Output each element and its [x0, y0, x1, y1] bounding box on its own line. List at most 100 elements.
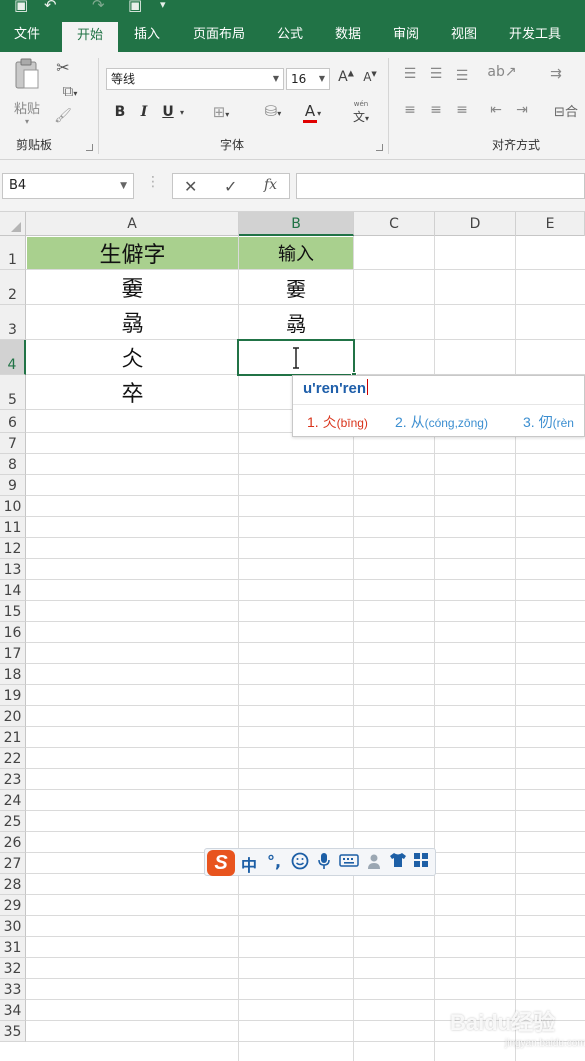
column-header-c[interactable]: C: [354, 212, 435, 236]
cell-b3[interactable]: 骉: [239, 305, 353, 339]
row-header-32[interactable]: 32: [0, 958, 26, 979]
align-bottom-button[interactable]: ☰: [452, 68, 472, 84]
shrink-font-button[interactable]: A▼: [360, 70, 380, 84]
row-header-17[interactable]: 17: [0, 643, 26, 664]
tab-page-layout[interactable]: 页面布局: [182, 20, 256, 52]
formula-input[interactable]: [296, 173, 585, 199]
sogou-logo-icon[interactable]: S: [207, 850, 235, 876]
tab-home[interactable]: 开始: [62, 20, 118, 52]
redo-icon[interactable]: ↷: [92, 0, 105, 14]
row-header-34[interactable]: 34: [0, 1000, 26, 1021]
row-header-21[interactable]: 21: [0, 727, 26, 748]
align-left-button[interactable]: ≡: [400, 102, 420, 118]
enter-icon[interactable]: ✓: [224, 177, 237, 196]
font-color-button[interactable]: A ▾: [294, 102, 330, 123]
row-header-31[interactable]: 31: [0, 937, 26, 958]
clipboard-launcher-icon[interactable]: [86, 144, 93, 151]
row-header-12[interactable]: 12: [0, 538, 26, 559]
row-header-5[interactable]: 5: [0, 375, 26, 410]
tab-file[interactable]: 文件: [0, 20, 54, 52]
cell-a2[interactable]: 嫑: [27, 270, 238, 304]
row-header-10[interactable]: 10: [0, 496, 26, 517]
row-header-25[interactable]: 25: [0, 811, 26, 832]
paste-dropdown-icon[interactable]: ▾: [10, 117, 44, 126]
row-header-3[interactable]: 3: [0, 305, 26, 340]
cut-button[interactable]: ✂: [52, 58, 74, 77]
customize-toolbar-icon[interactable]: ▾: [160, 0, 166, 11]
row-header-27[interactable]: 27: [0, 853, 26, 874]
border-button[interactable]: ⊞▾: [206, 103, 236, 121]
wrap-text-button[interactable]: ⇉: [546, 66, 566, 82]
tab-insert[interactable]: 插入: [122, 20, 172, 52]
name-box[interactable]: B4 ▼: [2, 173, 134, 199]
phonetic-button[interactable]: wén 文▾: [342, 100, 380, 125]
cell-a5[interactable]: 卒: [27, 375, 238, 409]
select-all-corner[interactable]: [0, 212, 26, 236]
paste-button[interactable]: 粘贴 ▾: [10, 58, 44, 128]
italic-button[interactable]: I: [136, 104, 152, 120]
cell-a3[interactable]: 骉: [27, 305, 238, 339]
font-name-combo[interactable]: 等线 ▼: [106, 68, 284, 90]
bold-button[interactable]: B: [112, 104, 128, 120]
row-header-22[interactable]: 22: [0, 748, 26, 769]
decrease-indent-button[interactable]: ⇤: [486, 102, 506, 118]
row-header-28[interactable]: 28: [0, 874, 26, 895]
more-dots-icon[interactable]: ⋮: [146, 174, 160, 190]
row-header-33[interactable]: 33: [0, 979, 26, 1000]
row-header-2[interactable]: 2: [0, 270, 26, 305]
grid-icon[interactable]: [413, 852, 429, 872]
grow-font-button[interactable]: A▲: [336, 68, 356, 85]
row-header-4[interactable]: 4: [0, 340, 26, 375]
insert-function-icon[interactable]: fx: [264, 177, 277, 193]
cell-a4[interactable]: 仌: [27, 340, 238, 374]
row-header-7[interactable]: 7: [0, 433, 26, 454]
align-right-button[interactable]: ≡: [452, 102, 472, 118]
row-header-14[interactable]: 14: [0, 580, 26, 601]
undo-icon[interactable]: ↶: [44, 0, 57, 14]
punctuation-toggle[interactable]: °,: [267, 852, 281, 871]
row-header-8[interactable]: 8: [0, 454, 26, 475]
ime-candidate-3[interactable]: 3. 仞(rèn: [523, 412, 574, 432]
row-header-1[interactable]: 1: [0, 236, 26, 270]
cell-b2[interactable]: 嫑: [239, 270, 353, 304]
row-header-15[interactable]: 15: [0, 601, 26, 622]
quick-access-icon[interactable]: ▣: [128, 0, 142, 14]
row-header-9[interactable]: 9: [0, 475, 26, 496]
cell-a1[interactable]: 生僻字: [27, 237, 238, 269]
save-icon[interactable]: ▣: [14, 0, 28, 14]
copy-button[interactable]: ⧉▾: [52, 82, 88, 100]
shirt-icon[interactable]: [389, 852, 407, 872]
font-size-combo[interactable]: 16 ▼: [286, 68, 330, 90]
column-header-a[interactable]: A: [26, 212, 239, 236]
ime-candidate-2[interactable]: 2. 从(cóng,zōng): [395, 412, 488, 432]
row-header-29[interactable]: 29: [0, 895, 26, 916]
ime-candidate-1[interactable]: 1. 仌(bīng): [307, 412, 368, 432]
chinese-mode-toggle[interactable]: 中: [241, 852, 257, 876]
row-header-24[interactable]: 24: [0, 790, 26, 811]
row-header-30[interactable]: 30: [0, 916, 26, 937]
row-header-11[interactable]: 11: [0, 517, 26, 538]
tab-formulas[interactable]: 公式: [266, 20, 314, 52]
align-middle-button[interactable]: ☰: [426, 66, 446, 82]
row-header-16[interactable]: 16: [0, 622, 26, 643]
row-header-20[interactable]: 20: [0, 706, 26, 727]
mic-icon[interactable]: [317, 852, 331, 874]
row-header-26[interactable]: 26: [0, 832, 26, 853]
fill-color-button[interactable]: ⛁▾: [256, 102, 290, 120]
row-header-13[interactable]: 13: [0, 559, 26, 580]
smile-icon[interactable]: [291, 852, 309, 874]
format-painter-button[interactable]: 🖌: [52, 108, 74, 124]
tab-view[interactable]: 视图: [440, 20, 488, 52]
keyboard-icon[interactable]: [339, 852, 359, 872]
column-header-d[interactable]: D: [435, 212, 516, 236]
cancel-icon[interactable]: ✕: [184, 177, 197, 196]
increase-indent-button[interactable]: ⇥: [512, 102, 532, 118]
align-center-button[interactable]: ≡: [426, 102, 446, 118]
tab-review[interactable]: 审阅: [382, 20, 430, 52]
cell-b1[interactable]: 输入: [239, 237, 353, 269]
column-header-e[interactable]: E: [516, 212, 585, 236]
font-launcher-icon[interactable]: [376, 144, 383, 151]
underline-button[interactable]: U: [160, 104, 176, 120]
row-header-35[interactable]: 35: [0, 1021, 26, 1042]
row-header-23[interactable]: 23: [0, 769, 26, 790]
